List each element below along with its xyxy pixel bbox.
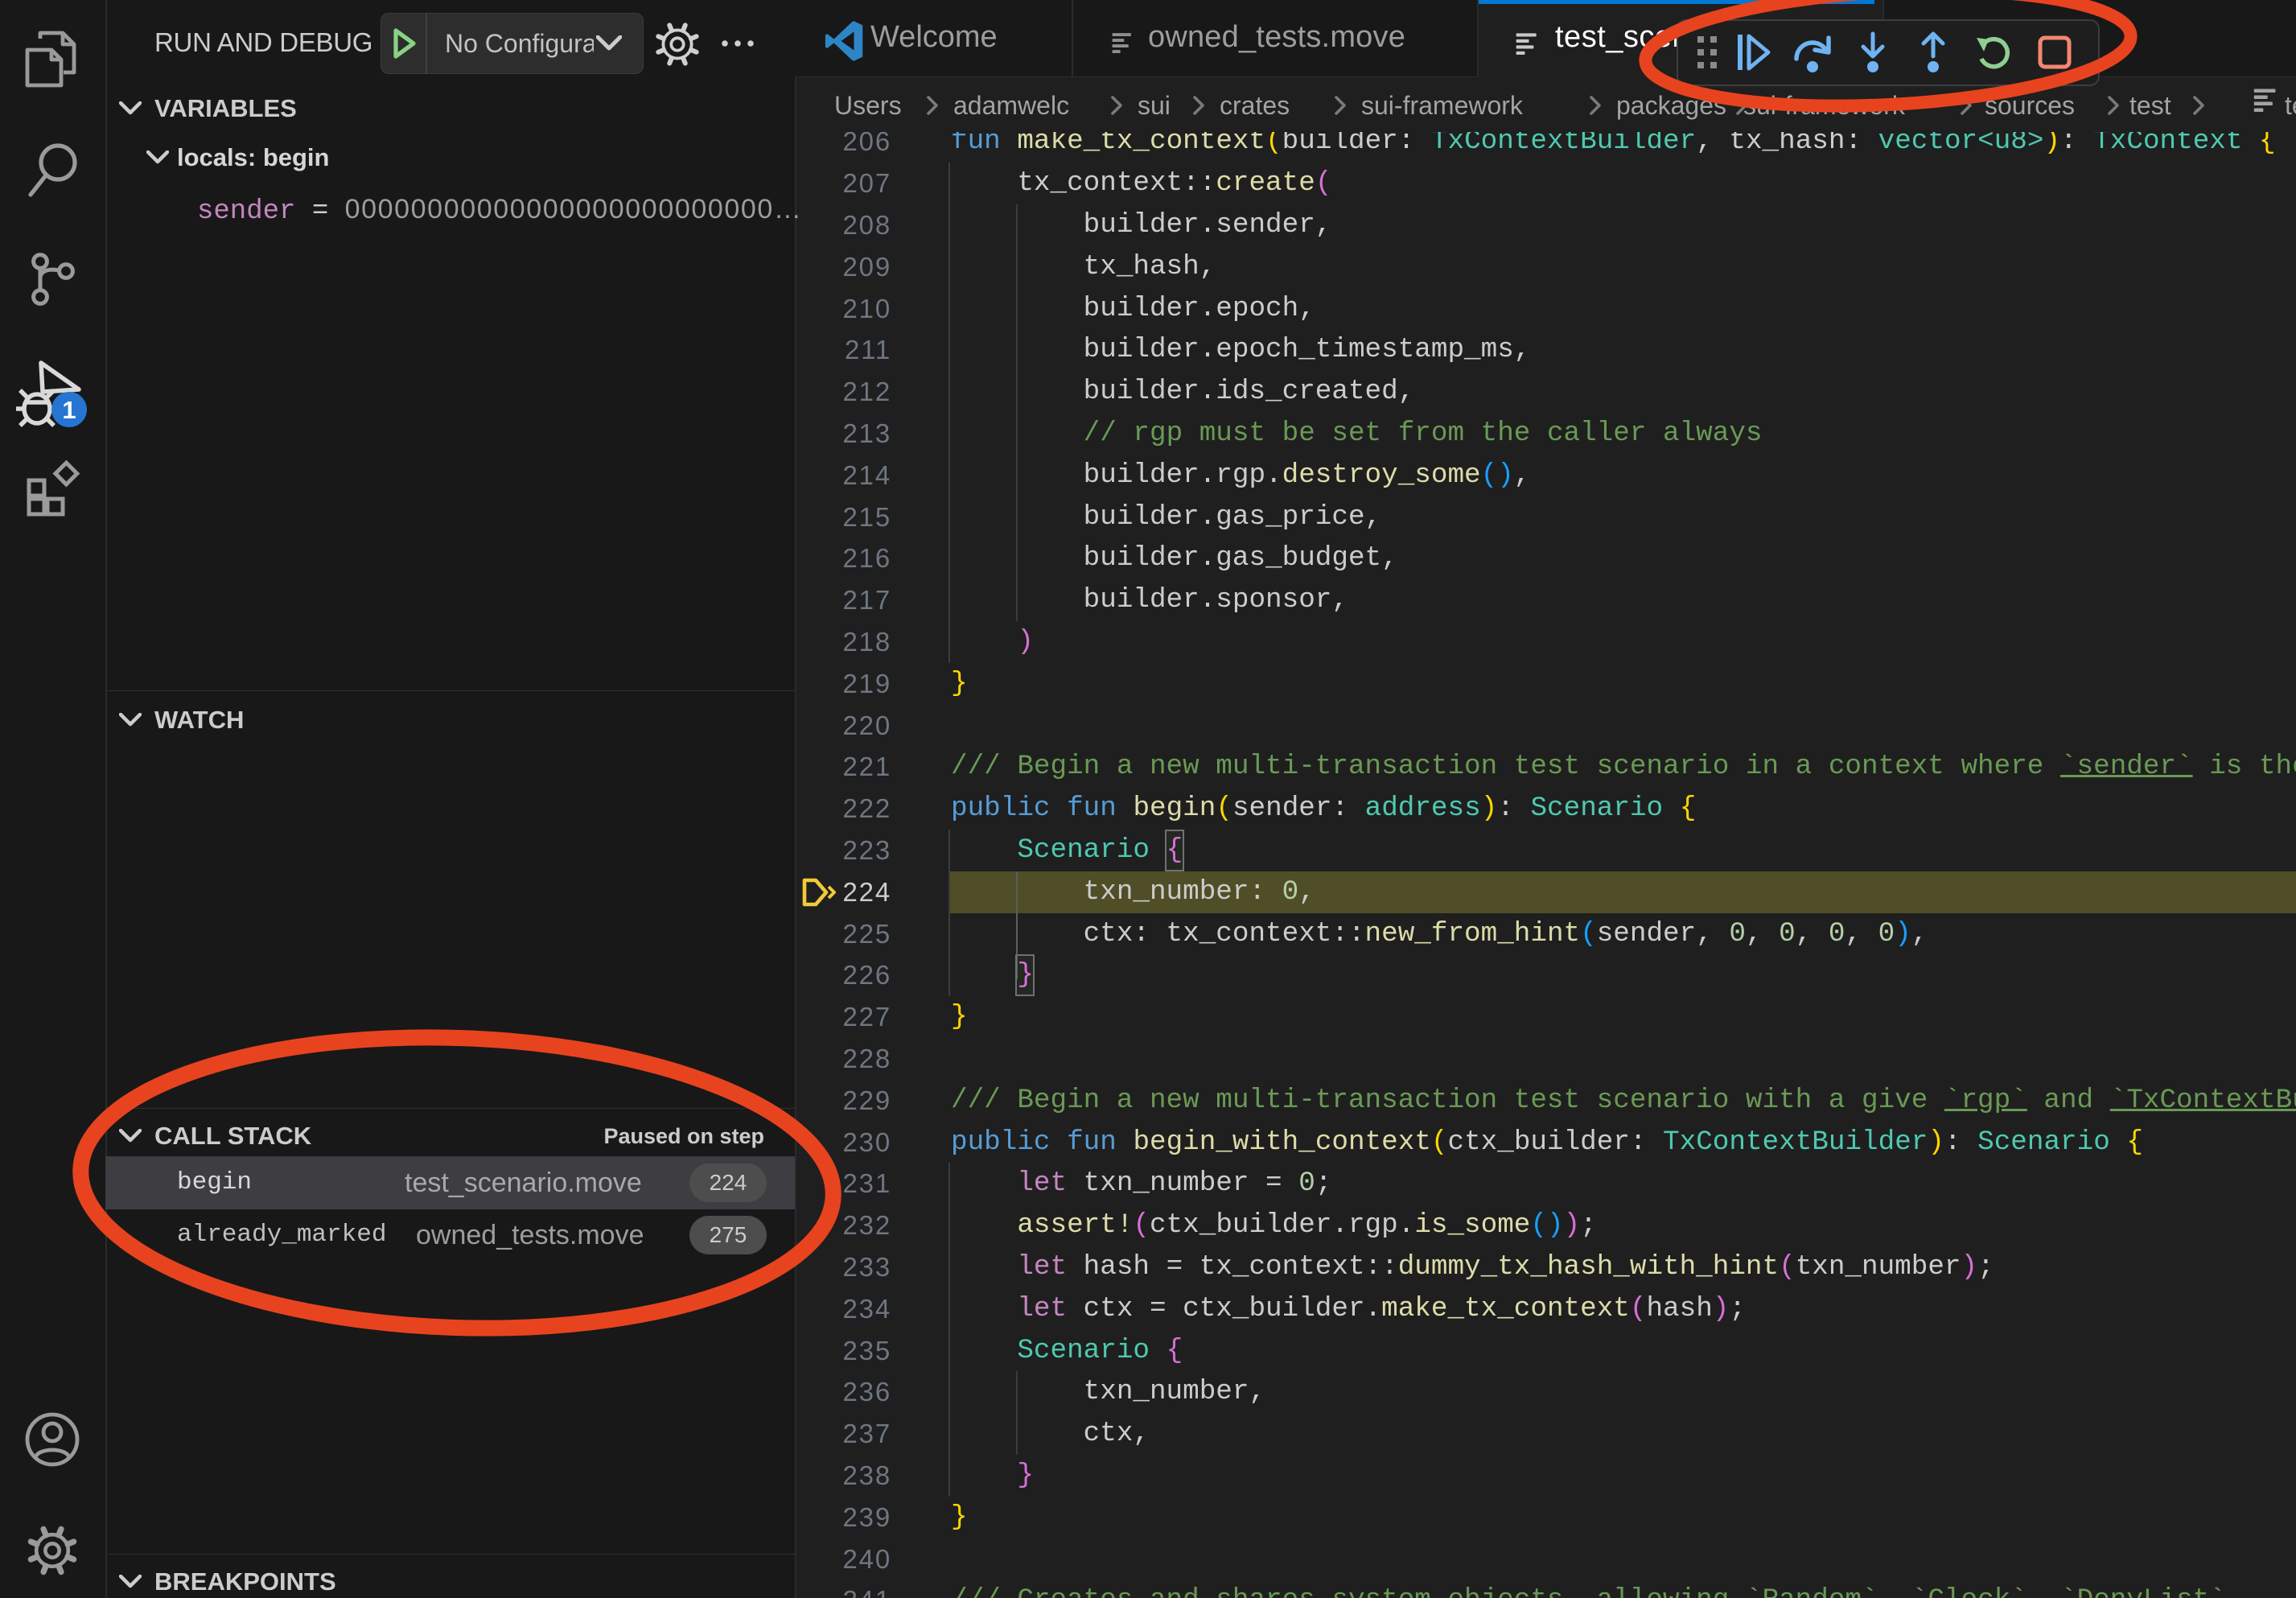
svg-text:1: 1 — [62, 396, 76, 424]
